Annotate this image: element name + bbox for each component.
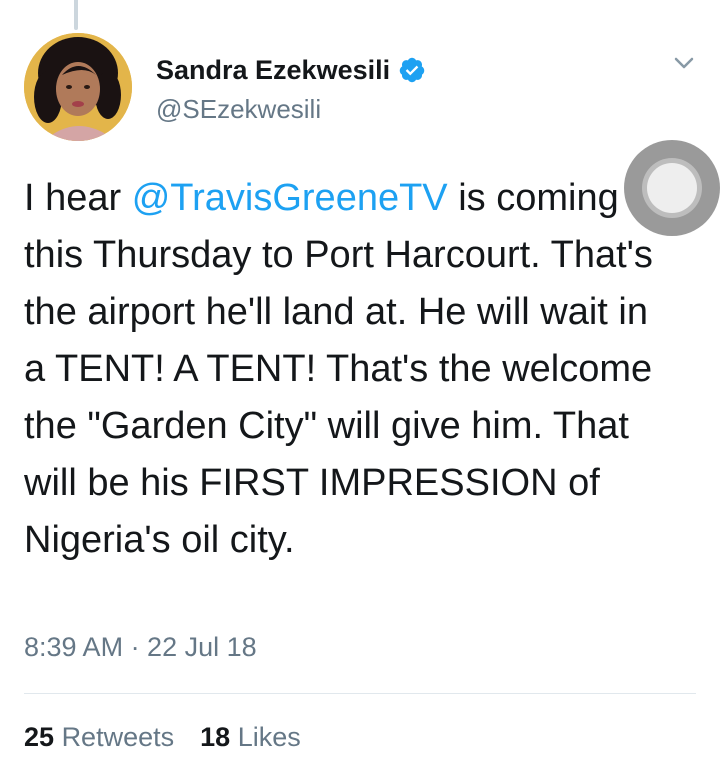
tweet-text: I hear @TravisGreeneTV is coming this Th… [24, 170, 664, 569]
chevron-down-icon[interactable] [664, 48, 704, 78]
retweets-count: 25 [24, 722, 55, 752]
thread-connector-line [74, 0, 78, 30]
assistive-touch-ring [642, 158, 702, 218]
mention-link[interactable]: @TravisGreeneTV [132, 177, 448, 219]
likes-stat[interactable]: 18 Likes [200, 722, 301, 753]
assistive-touch-icon[interactable] [624, 140, 720, 236]
tweet-stats: 25 Retweets 18 Likes [24, 722, 301, 753]
display-name[interactable]: Sandra Ezekwesili [156, 55, 390, 86]
tweet-text-part: I hear [24, 177, 132, 219]
tweet-text-part: is coming this Thursday to Port Harcourt… [24, 177, 653, 561]
tweet-timestamp[interactable]: 8:39 AM · 22 Jul 18 [24, 632, 257, 663]
divider [24, 693, 696, 694]
likes-label: Likes [237, 722, 301, 752]
assistive-touch-core [647, 163, 697, 213]
avatar[interactable] [24, 33, 132, 141]
retweets-label: Retweets [61, 722, 175, 752]
retweets-stat[interactable]: 25 Retweets [24, 722, 174, 753]
author-block: Sandra Ezekwesili @SEzekwesili [156, 52, 426, 125]
verified-badge-icon [399, 57, 425, 83]
avatar-image [24, 33, 132, 141]
name-row: Sandra Ezekwesili [156, 52, 426, 88]
likes-count: 18 [200, 722, 231, 752]
user-handle[interactable]: @SEzekwesili [156, 94, 426, 125]
